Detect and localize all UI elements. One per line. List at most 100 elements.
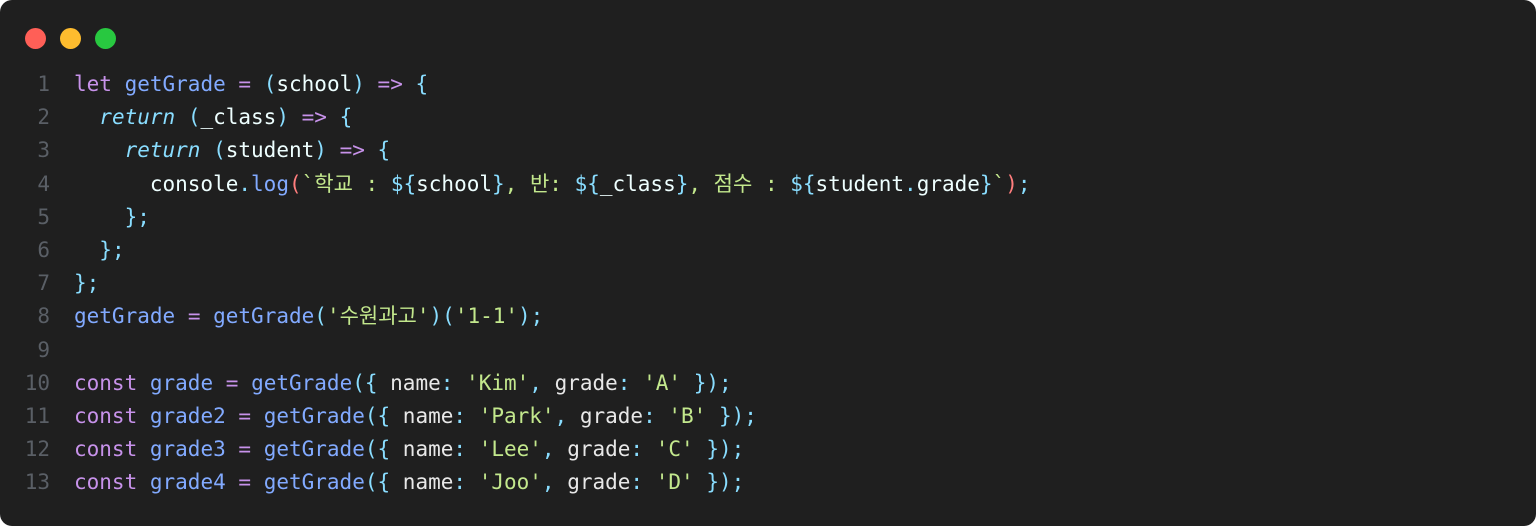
line-text: const grade2 = getGrade({ name: 'Park', … <box>74 400 757 433</box>
code-token: , 반: <box>504 171 575 196</box>
code-token: `학교 : <box>301 171 391 196</box>
code-line: 6 }; <box>0 234 1031 267</box>
code-token: '수원과고' <box>326 304 430 329</box>
line-text: }; <box>74 234 125 267</box>
code-block: 1 let getGrade = (school) => {2 return (_… <box>0 68 1031 499</box>
code-token: grade <box>916 171 980 196</box>
code-token: grade <box>567 403 644 428</box>
code-token: { <box>415 72 429 96</box>
code-token: , <box>529 370 542 395</box>
code-line: 13 const grade4 = getGrade({ name: 'Joo',… <box>0 466 1031 499</box>
code-line: 2 return (_class) => { <box>0 101 1031 134</box>
code-token: grade <box>541 370 618 395</box>
code-token: getGrade <box>263 437 365 462</box>
code-token: }); <box>718 403 757 428</box>
code-token: 'Lee' <box>478 437 542 462</box>
code-token: } <box>979 171 993 196</box>
code-token: ) <box>1005 171 1018 196</box>
code-token: , <box>541 437 555 462</box>
code-token: }; <box>124 204 150 229</box>
code-token: ) <box>352 72 365 96</box>
code-token: student <box>225 138 315 163</box>
line-text: }; <box>74 267 99 300</box>
code-token: . <box>238 171 252 196</box>
code-token: ${ <box>574 171 600 196</box>
line-text: }; <box>74 201 150 234</box>
code-token: ; <box>1017 171 1031 196</box>
code-token: { <box>377 138 391 163</box>
code-token: = <box>225 370 239 395</box>
code-token: : <box>440 370 454 395</box>
line-number: 1 <box>37 72 50 96</box>
code-token: ( <box>263 72 277 96</box>
zoom-button[interactable] <box>95 28 116 49</box>
line-number: 7 <box>37 271 50 296</box>
code-token: getGrade <box>213 304 315 329</box>
code-line: 7}; <box>0 267 1031 300</box>
code-token: name <box>390 403 454 428</box>
code-token: = <box>238 72 252 96</box>
code-token: }; <box>74 271 100 296</box>
code-line: 11 const grade2 = getGrade({ name: 'Park'… <box>0 400 1031 433</box>
code-token: 'C' <box>655 437 694 462</box>
code-token: => <box>377 72 403 96</box>
code-token: ({ <box>364 437 391 462</box>
minimize-button[interactable] <box>60 28 81 49</box>
line-number: 13 <box>24 470 50 495</box>
code-token: 'Park' <box>478 403 555 428</box>
code-token: : <box>453 437 467 462</box>
code-window: 1 let getGrade = (school) => {2 return (_… <box>0 0 1536 526</box>
code-token: getGrade <box>124 72 226 96</box>
code-token: ) <box>276 105 289 130</box>
code-token: }; <box>99 237 125 262</box>
code-token: ( <box>314 304 327 329</box>
code-line: 5 }; <box>0 201 1031 234</box>
code-token: , <box>541 470 555 495</box>
code-token: = <box>238 403 252 428</box>
code-token: : <box>617 370 631 395</box>
code-token: )( <box>429 304 455 329</box>
close-button[interactable] <box>25 28 46 49</box>
code-token: _class <box>200 105 277 130</box>
line-number: 9 <box>37 337 50 362</box>
code-token: console <box>149 171 239 196</box>
code-token: }); <box>693 370 732 395</box>
code-token: 'Joo' <box>478 470 542 495</box>
line-text: getGrade = getGrade('수원과고')('1-1'); <box>74 300 543 333</box>
code-token: return <box>99 105 176 130</box>
code-line: 12 const grade3 = getGrade({ name: 'Lee',… <box>0 433 1031 466</box>
code-token: 'B' <box>668 403 707 428</box>
code-token: ({ <box>364 470 391 495</box>
code-token: . <box>904 171 917 196</box>
code-token: const <box>74 370 138 395</box>
line-text: const grade3 = getGrade({ name: 'Lee', g… <box>74 433 744 466</box>
code-token: ) <box>314 138 327 163</box>
line-number: 11 <box>24 403 50 428</box>
code-token: name <box>377 370 441 395</box>
code-token: log <box>251 171 289 196</box>
line-text: return (_class) => { <box>74 101 352 134</box>
code-token: }); <box>706 437 745 462</box>
code-token: = <box>238 470 252 495</box>
code-token: name <box>390 470 454 495</box>
